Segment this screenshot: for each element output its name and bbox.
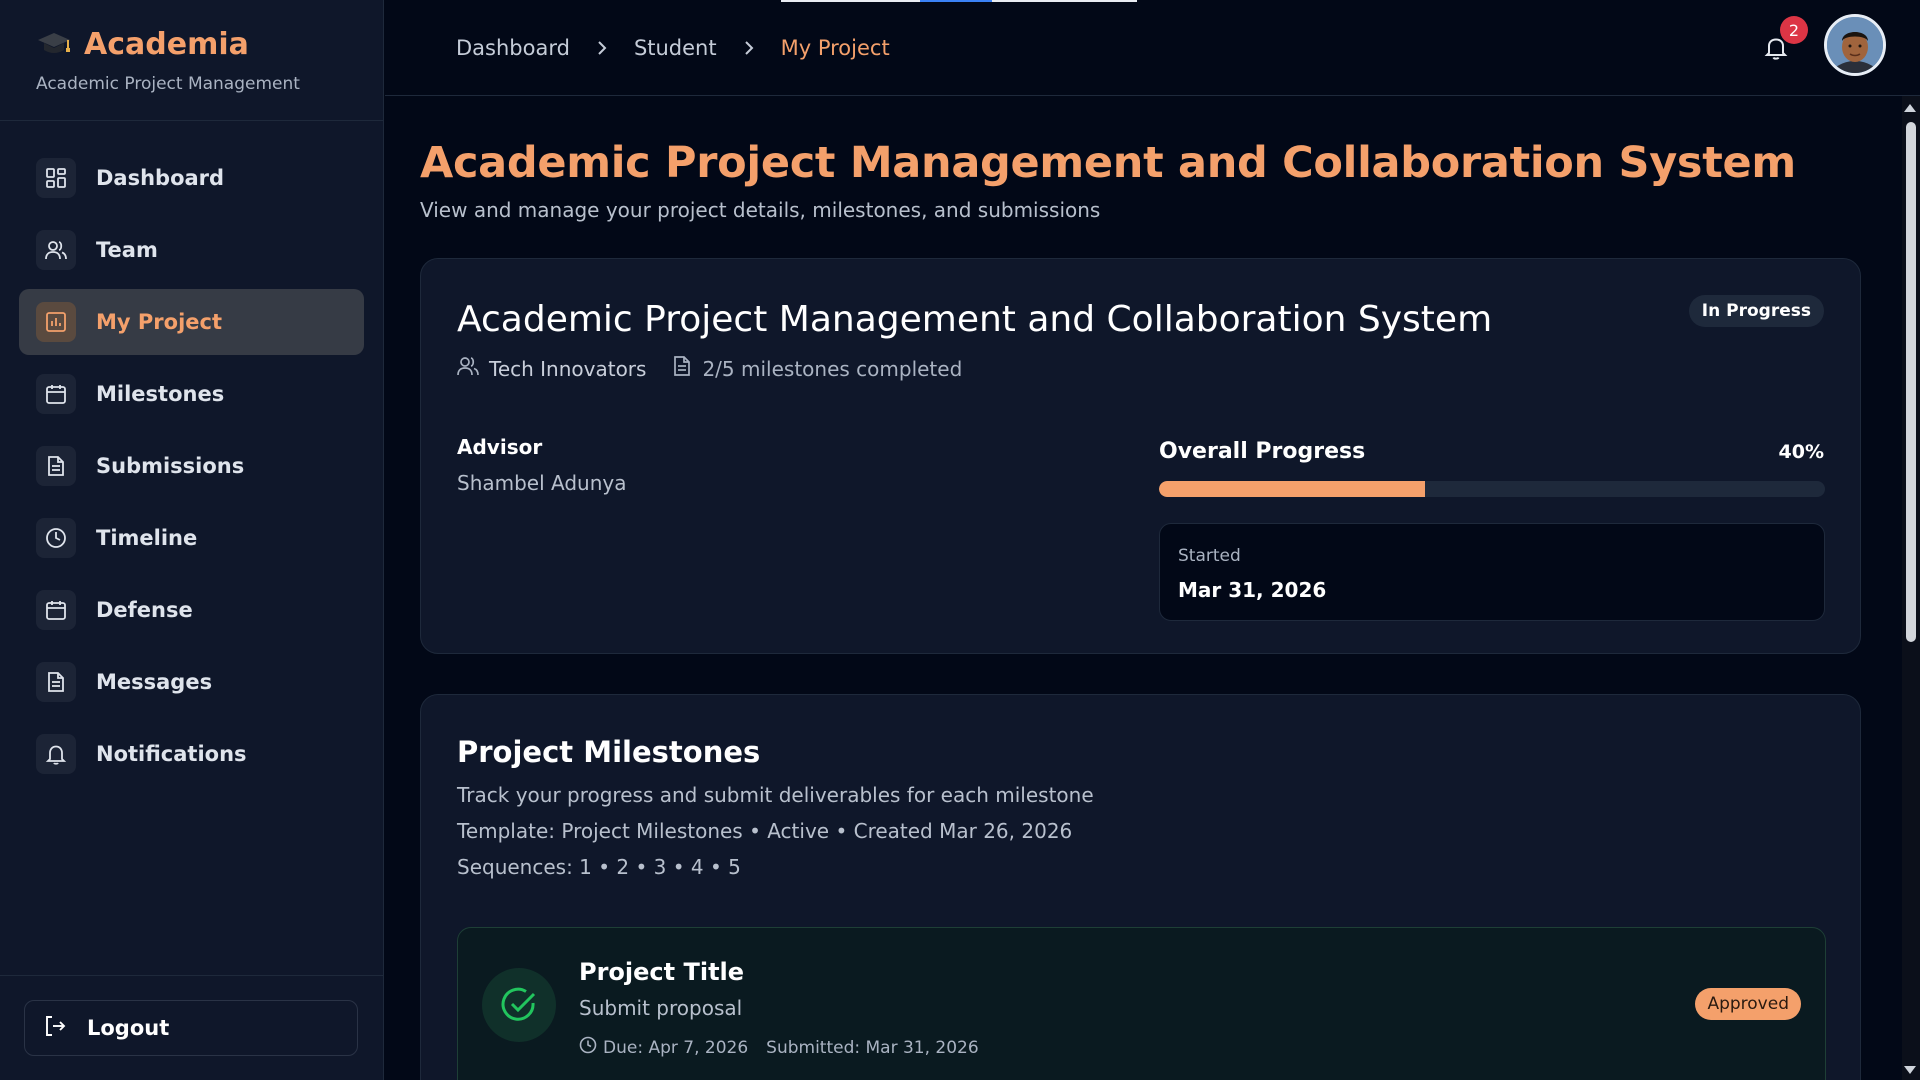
chevron-right-icon bbox=[743, 40, 755, 56]
main-content: Academic Project Management and Collabor… bbox=[420, 96, 1861, 1080]
milestone-item[interactable]: Project Title Submit proposal Due: Apr 7… bbox=[457, 927, 1826, 1080]
sidebar-item-label: Defense bbox=[96, 598, 193, 622]
sidebar-item-timeline[interactable]: Timeline bbox=[19, 505, 364, 571]
topbar: Dashboard Student My Project 2 bbox=[385, 0, 1920, 96]
logout-label: Logout bbox=[87, 1016, 170, 1040]
sidebar-item-my-project[interactable]: My Project bbox=[19, 289, 364, 355]
sidebar-item-label: Messages bbox=[96, 670, 213, 694]
users-icon bbox=[457, 355, 479, 382]
started-date: Mar 31, 2026 bbox=[1178, 578, 1327, 602]
project-overview-card: Academic Project Management and Collabor… bbox=[420, 258, 1861, 654]
user-avatar[interactable] bbox=[1824, 14, 1886, 76]
sidebar: Academia Academic Project Management Das… bbox=[0, 0, 384, 1080]
document-icon bbox=[36, 446, 76, 486]
sidebar-item-label: Notifications bbox=[96, 742, 247, 766]
advisor-name: Shambel Adunya bbox=[457, 471, 627, 495]
started-label: Started bbox=[1178, 546, 1241, 566]
logout-icon bbox=[43, 1014, 67, 1042]
notification-count-badge: 2 bbox=[1780, 16, 1808, 44]
breadcrumb: Dashboard Student My Project bbox=[456, 36, 890, 60]
clock-icon bbox=[36, 518, 76, 558]
milestones-template-line: Template: Project Milestones • Active • … bbox=[457, 819, 1073, 843]
users-icon bbox=[36, 230, 76, 270]
milestone-due-date: Due: Apr 7, 2026 bbox=[603, 1037, 749, 1058]
milestone-dates: Due: Apr 7, 2026 Submitted: Mar 31, 2026 bbox=[579, 1036, 979, 1059]
milestones-description: Track your progress and submit deliverab… bbox=[457, 783, 1094, 807]
document-icon bbox=[36, 662, 76, 702]
document-icon bbox=[672, 355, 692, 382]
sidebar-nav: Dashboard Team My Project Milestones Sub… bbox=[0, 121, 383, 787]
project-chart-icon bbox=[36, 302, 76, 342]
progress-bar-fill bbox=[1159, 481, 1426, 497]
sidebar-item-messages[interactable]: Messages bbox=[19, 649, 364, 715]
progress-percent: 40% bbox=[1778, 441, 1824, 463]
started-info-box: Started Mar 31, 2026 bbox=[1159, 523, 1825, 621]
milestones-card: Project Milestones Track your progress a… bbox=[420, 694, 1861, 1080]
page-subtitle: View and manage your project details, mi… bbox=[420, 198, 1101, 222]
app-name: Academia bbox=[84, 26, 249, 62]
breadcrumb-current: My Project bbox=[780, 36, 890, 60]
progress-bar bbox=[1159, 481, 1825, 497]
milestones-sequences-line: Sequences: 1 • 2 • 3 • 4 • 5 bbox=[457, 855, 741, 879]
clock-icon bbox=[579, 1036, 597, 1059]
milestones-title: Project Milestones bbox=[457, 735, 761, 769]
milestone-description: Submit proposal bbox=[579, 996, 743, 1020]
milestones-summary: 2/5 milestones completed bbox=[702, 356, 963, 381]
sidebar-item-label: Submissions bbox=[96, 454, 245, 478]
chevron-right-icon bbox=[596, 40, 608, 56]
calendar-icon bbox=[36, 374, 76, 414]
sidebar-item-submissions[interactable]: Submissions bbox=[19, 433, 364, 499]
project-title: Academic Project Management and Collabor… bbox=[457, 299, 1493, 340]
sidebar-item-defense[interactable]: Defense bbox=[19, 577, 364, 643]
page-title: Academic Project Management and Collabor… bbox=[420, 138, 1796, 188]
dashboard-grid-icon bbox=[36, 158, 76, 198]
sidebar-item-label: Timeline bbox=[96, 526, 198, 550]
bell-icon bbox=[36, 734, 76, 774]
sidebar-item-team[interactable]: Team bbox=[19, 217, 364, 283]
check-circle-icon bbox=[482, 968, 556, 1042]
logout-button[interactable]: Logout bbox=[24, 1000, 358, 1056]
sidebar-item-notifications[interactable]: Notifications bbox=[19, 721, 364, 787]
progress-label: Overall Progress bbox=[1159, 439, 1366, 464]
scroll-down-arrow-icon[interactable] bbox=[1904, 1066, 1916, 1074]
sidebar-item-label: My Project bbox=[96, 310, 222, 334]
app-subtitle: Academic Project Management bbox=[36, 74, 300, 94]
sidebar-item-milestones[interactable]: Milestones bbox=[19, 361, 364, 427]
sidebar-item-label: Team bbox=[96, 238, 158, 262]
team-name: Tech Innovators bbox=[489, 356, 647, 381]
advisor-label: Advisor bbox=[457, 435, 543, 459]
sidebar-item-dashboard[interactable]: Dashboard bbox=[19, 145, 364, 211]
milestone-submitted-date: Submitted: Mar 31, 2026 bbox=[766, 1037, 979, 1058]
scroll-up-arrow-icon[interactable] bbox=[1904, 104, 1916, 112]
breadcrumb-student[interactable]: Student bbox=[634, 36, 717, 60]
calendar-icon bbox=[36, 590, 76, 630]
status-badge: In Progress bbox=[1688, 295, 1824, 327]
brand: Academia Academic Project Management bbox=[0, 0, 383, 121]
graduation-cap-icon bbox=[36, 26, 72, 62]
project-meta: Tech Innovators 2/5 milestones completed bbox=[457, 355, 962, 382]
breadcrumb-dashboard[interactable]: Dashboard bbox=[456, 36, 570, 60]
sidebar-item-label: Milestones bbox=[96, 382, 225, 406]
loading-bar bbox=[781, 0, 1137, 2]
sidebar-footer: Logout bbox=[0, 975, 383, 1080]
milestone-title: Project Title bbox=[579, 958, 745, 986]
sidebar-item-label: Dashboard bbox=[96, 166, 225, 190]
status-badge: Approved bbox=[1695, 988, 1801, 1020]
scrollbar-thumb[interactable] bbox=[1906, 122, 1916, 642]
